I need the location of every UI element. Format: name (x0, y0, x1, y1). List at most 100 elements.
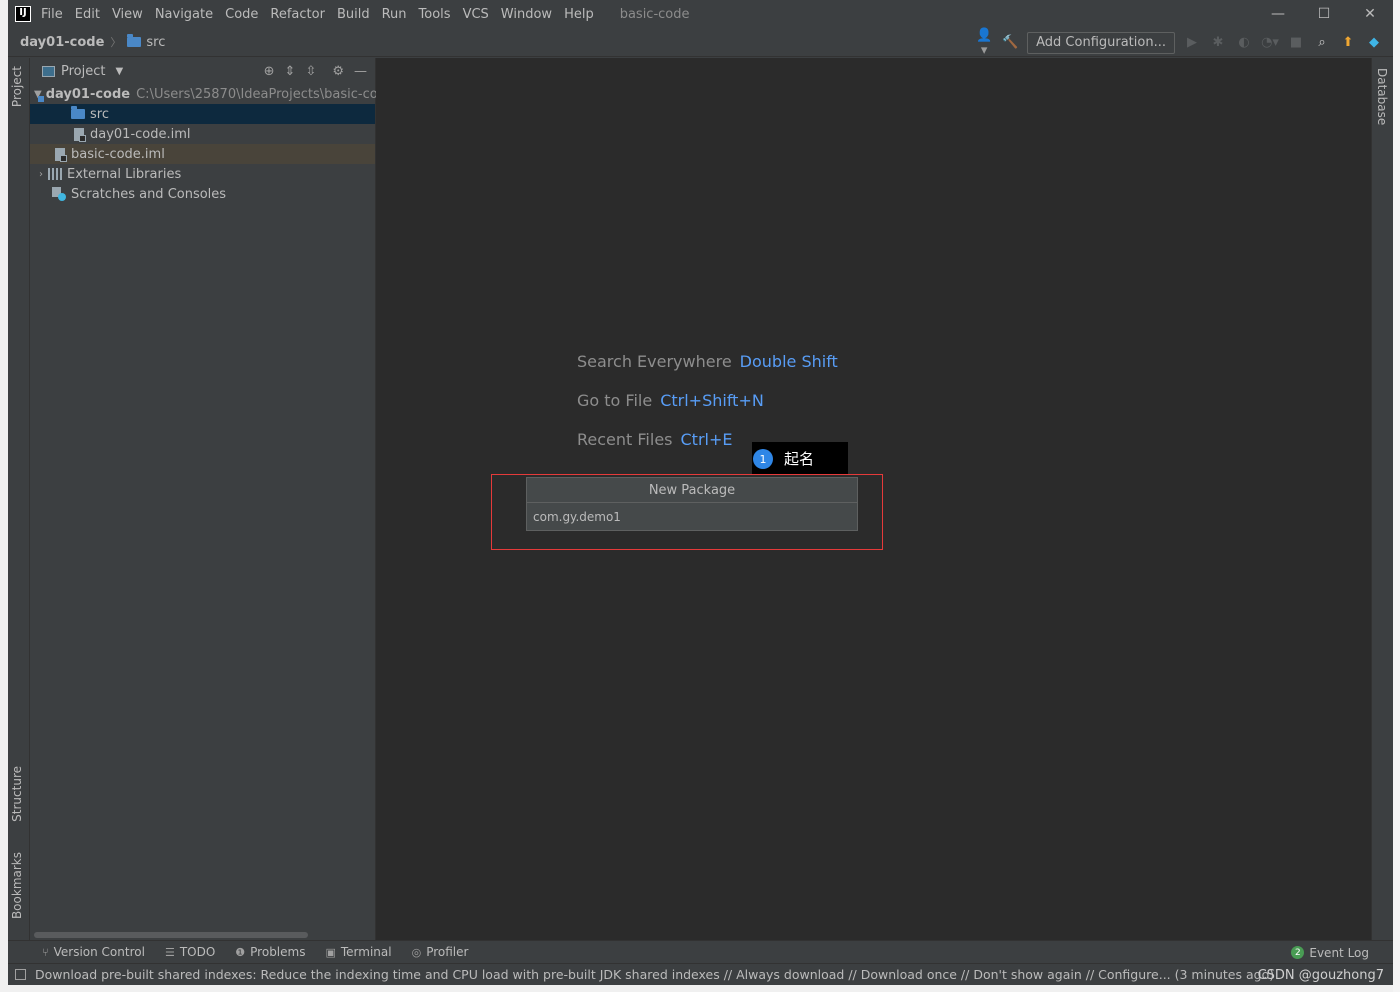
intellij-logo-icon: IJ (15, 6, 31, 22)
hint-recent-files: Recent Files Ctrl+E (577, 430, 732, 449)
project-panel-tools: ⊕ ⇕ ⇳ ⚙ — (264, 58, 367, 84)
tree-item-module-file[interactable]: day01-code.iml (30, 124, 375, 144)
menu-help[interactable]: Help (564, 7, 594, 22)
terminal-label: Terminal (340, 945, 392, 959)
toggle-tool-windows-icon[interactable] (15, 969, 26, 980)
tree-scratches-label: Scratches and Consoles (71, 186, 227, 202)
add-configuration-button[interactable]: Add Configuration... (1027, 31, 1175, 54)
tree-item-scratches[interactable]: Scratches and Consoles (30, 184, 375, 204)
menu-file[interactable]: File (41, 7, 63, 22)
dialog-title: New Package (527, 478, 857, 503)
package-name-input[interactable] (527, 503, 857, 530)
update-icon[interactable]: ⬆ (1339, 35, 1357, 50)
hint-shortcut: Ctrl+E (680, 430, 733, 449)
tree-item-project-file[interactable]: basic-code.iml (30, 144, 375, 164)
menu-navigate[interactable]: Navigate (155, 7, 213, 22)
tree-item-external-libraries[interactable]: › External Libraries (30, 164, 375, 184)
status-message[interactable]: Download pre-built shared indexes: Reduc… (35, 967, 1274, 982)
right-tool-stripe: Database (1371, 58, 1393, 940)
breadcrumb-separator-icon: 〉 (110, 36, 122, 49)
bookmarks-tool-tab[interactable]: Bookmarks (10, 852, 24, 919)
tree-module-file-label: day01-code.iml (90, 126, 191, 142)
editor-empty-area: Search Everywhere Double Shift Go to File… (376, 58, 1371, 940)
project-panel-header: Project ▼ ⊕ ⇕ ⇳ ⚙ — (30, 58, 375, 84)
source-folder-icon (71, 106, 85, 119)
database-tool-tab[interactable]: Database (1375, 68, 1389, 125)
locate-icon[interactable]: ⊕ (264, 64, 275, 79)
tree-root-label: day01-code (45, 86, 131, 102)
coverage-icon[interactable]: ◐ (1235, 35, 1253, 50)
chevron-down-icon[interactable]: ▼ (115, 66, 123, 77)
collapse-all-icon[interactable]: ⇳ (305, 64, 316, 79)
hint-label: Go to File (577, 391, 653, 410)
menu-run[interactable]: Run (382, 7, 407, 22)
status-bar: Download pre-built shared indexes: Reduc… (8, 963, 1393, 985)
tool-window-bar: ⑂ Version Control ☰ TODO ❶ Problems ▣ Termin… (8, 940, 1393, 963)
menu-bar: IJ File Edit View Navigate Code Refactor… (8, 0, 1393, 28)
left-tool-stripe: Project Structure Bookmarks (8, 58, 30, 940)
event-log-label: Event Log (1309, 945, 1369, 960)
breadcrumb-project[interactable]: day01-code (20, 35, 104, 50)
folder-icon (127, 34, 142, 47)
hide-panel-icon[interactable]: — (354, 64, 367, 79)
debug-icon[interactable]: ✱ (1209, 35, 1227, 50)
annotation-number-badge: 1 (753, 449, 773, 469)
menu-vcs[interactable]: VCS (463, 7, 489, 22)
event-count-badge: 2 (1291, 946, 1305, 959)
menu-tools[interactable]: Tools (419, 7, 451, 22)
project-panel: Project ▼ ⊕ ⇕ ⇳ ⚙ — ▼ day01-code C:\User… (30, 58, 386, 940)
user-icon[interactable]: 👤▾ (975, 28, 993, 58)
ide-window: IJ File Edit View Navigate Code Refactor… (8, 0, 1393, 985)
terminal-tab[interactable]: ▣ Terminal (325, 945, 391, 959)
todo-tab[interactable]: ☰ TODO (165, 945, 215, 959)
expand-all-icon[interactable]: ⇕ (285, 64, 296, 79)
event-log-tab[interactable]: 2 Event Log (1291, 941, 1369, 964)
profiler-icon: ◎ (411, 945, 422, 959)
problems-tab[interactable]: ❶ Problems (235, 945, 305, 959)
stop-icon[interactable]: ■ (1287, 35, 1305, 50)
hint-shortcut: Ctrl+Shift+N (660, 391, 764, 410)
menu-refactor[interactable]: Refactor (270, 7, 325, 22)
profile-icon[interactable]: ◔▾ (1261, 35, 1279, 50)
iml-file-icon (55, 147, 67, 162)
todo-label: TODO (179, 945, 216, 959)
csdn-watermark: CSDN @gouzhong7 (1257, 967, 1384, 983)
background-window-edge (1393, 0, 1400, 992)
menu-build[interactable]: Build (337, 7, 370, 22)
annotation-text: 起名 (784, 449, 815, 468)
build-hammer-icon[interactable]: 🔨 (1001, 35, 1019, 50)
project-tool-tab[interactable]: Project (10, 66, 24, 107)
tree-item-root[interactable]: ▼ day01-code C:\Users\25870\IdeaProjects… (30, 84, 386, 104)
gear-icon[interactable]: ⚙ (332, 64, 344, 79)
breadcrumb-src[interactable]: src (127, 34, 165, 50)
project-tree: ▼ day01-code C:\Users\25870\IdeaProjects… (30, 84, 386, 204)
menu-code[interactable]: Code (225, 7, 258, 22)
window-title: basic-code (619, 6, 690, 22)
minimize-button[interactable]: — (1255, 0, 1301, 28)
profiler-label: Profiler (426, 945, 469, 959)
project-view-icon (42, 65, 55, 77)
profiler-tab[interactable]: ◎ Profiler (412, 945, 469, 959)
terminal-icon: ▣ (325, 945, 336, 959)
tree-project-file-label: basic-code.iml (71, 146, 165, 162)
tree-external-libraries-label: External Libraries (67, 166, 182, 182)
chevron-right-icon[interactable]: › (34, 169, 48, 180)
close-button[interactable]: ✕ (1347, 0, 1393, 28)
window-controls: — ☐ ✕ (1255, 0, 1393, 28)
hint-label: Search Everywhere (577, 352, 732, 371)
scratches-icon (52, 187, 66, 201)
structure-tool-tab[interactable]: Structure (10, 766, 24, 822)
version-control-tab[interactable]: ⑂ Version Control (42, 945, 145, 959)
jetbrains-icon[interactable]: ◆ (1365, 35, 1383, 50)
project-panel-title[interactable]: Project (61, 64, 105, 79)
tree-item-src[interactable]: src (30, 104, 375, 124)
maximize-button[interactable]: ☐ (1301, 0, 1347, 28)
menu-view[interactable]: View (112, 7, 143, 22)
horizontal-scrollbar[interactable] (34, 932, 308, 938)
menu-window[interactable]: Window (501, 7, 552, 22)
run-icon[interactable]: ▶ (1183, 35, 1201, 50)
search-icon[interactable]: ⌕ (1313, 35, 1331, 50)
list-icon: ☰ (164, 945, 175, 959)
menu-edit[interactable]: Edit (75, 7, 100, 22)
hint-shortcut: Double Shift (739, 352, 838, 371)
